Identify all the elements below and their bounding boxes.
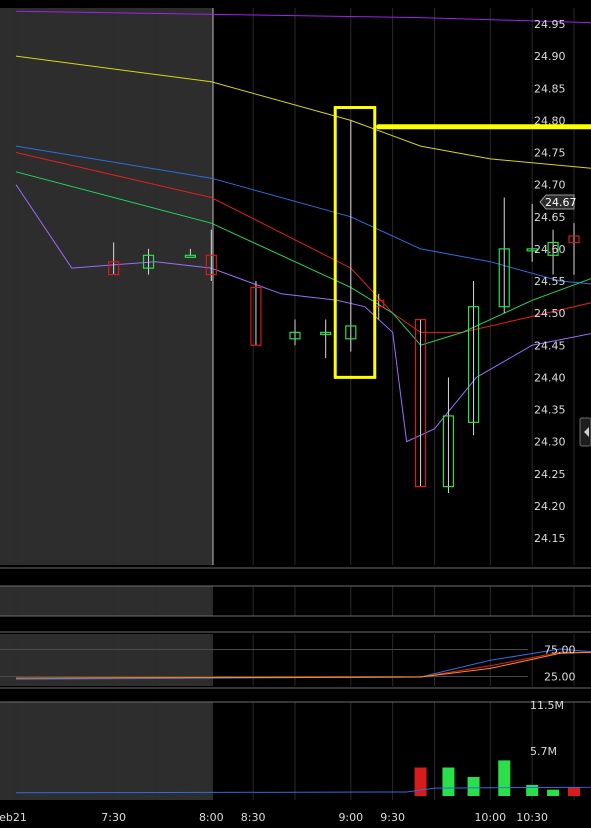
time-tick-label: eb21 (0, 811, 27, 824)
last-price-marker: 24.67 (539, 194, 577, 210)
premarket-shading (0, 8, 213, 800)
price-tick-label: 24.70 (534, 179, 566, 192)
price-tick-label: 24.75 (534, 147, 566, 160)
premarket-shade-0 (0, 8, 213, 565)
volume-tick-label: 11.5M (530, 699, 564, 712)
premarket-shade-3 (0, 702, 213, 800)
volume-bar-6 (568, 787, 580, 796)
chart-area: 24.95 24.90 24.85 24.80 24.75 24.70 24.65 24.60… (0, 0, 591, 828)
price-tick-label: 24.85 (534, 82, 566, 95)
time-tick-label: 10:00 (474, 811, 506, 824)
time-tick-label: 9:00 (338, 811, 363, 824)
volume-bar-3 (498, 760, 511, 796)
stoch-tick-label: 25.00 (544, 671, 576, 684)
price-tick-label: 24.35 (534, 404, 566, 417)
side-collapse-tab[interactable] (579, 417, 591, 447)
stoch-tick-label: 75.00 (544, 644, 576, 657)
time-tick-label: 9:30 (380, 811, 405, 824)
price-tick-label: 24.50 (534, 307, 566, 320)
volume-bar-1 (442, 767, 455, 796)
volume-bar-0 (414, 767, 427, 796)
price-tick-label: 24.15 (534, 532, 566, 545)
price-tick-label: 24.60 (534, 243, 566, 256)
price-tick-label: 24.90 (534, 50, 566, 63)
price-tick-label: 24.45 (534, 339, 566, 352)
price-tick-label: 24.40 (534, 371, 566, 384)
volume-bar-5 (547, 789, 560, 796)
price-tick-label: 24.95 (534, 18, 566, 31)
price-tick-label: 24.30 (534, 436, 566, 449)
last-price-label: 24.67 (545, 196, 577, 209)
volume-bar-4 (526, 784, 539, 796)
price-tick-label: 24.65 (534, 211, 566, 224)
volume-bar-2 (467, 777, 480, 796)
price-tick-label: 24.25 (534, 468, 566, 481)
price-tick-label: 24.80 (534, 114, 566, 127)
price-tick-label: 24.55 (534, 275, 566, 288)
time-tick-label: 7:30 (101, 811, 126, 824)
time-tick-label: 8:30 (241, 811, 266, 824)
time-tick-label: 10:30 (516, 811, 548, 824)
price-tick-label: 24.20 (534, 500, 566, 513)
premarket-shade-1 (0, 586, 213, 616)
time-tick-label: 8:00 (199, 811, 224, 824)
volume-tick-label: 5.7M (530, 745, 557, 758)
